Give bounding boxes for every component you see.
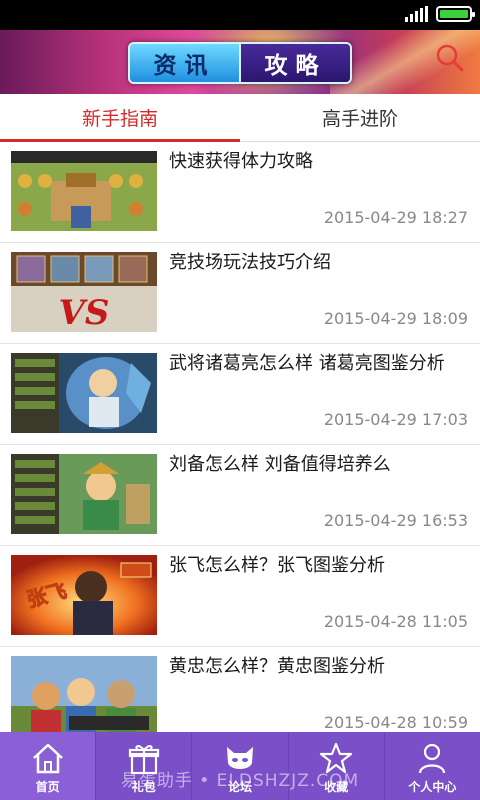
- search-icon[interactable]: [436, 44, 464, 72]
- article-title: 快速获得体力攻略: [169, 151, 313, 172]
- status-bar: [0, 0, 480, 30]
- article-thumbnail: VS: [11, 252, 157, 332]
- article-title: 竞技场玩法技巧介绍: [169, 252, 331, 273]
- list-item[interactable]: VS 竞技场玩法技巧介绍 2015-04-29 18:09: [0, 243, 480, 344]
- category-tabs: 新手指南 高手进阶: [0, 94, 480, 142]
- article-title: 张飞怎么样？张飞图鉴分析: [169, 555, 385, 576]
- tab-beginner-guide[interactable]: 新手指南: [0, 94, 240, 142]
- article-thumbnail: 张飞: [11, 555, 157, 635]
- header-banner: 资讯 攻略: [0, 30, 480, 94]
- article-title: 刘备怎么样 刘备值得培养么: [169, 454, 391, 475]
- section-switcher: 资讯 攻略: [128, 42, 352, 84]
- article-date: 2015-04-29 18:09: [323, 309, 468, 328]
- article-title: 武将诸葛亮怎么样 诸葛亮图鉴分析: [169, 353, 445, 374]
- list-item[interactable]: 张飞 张飞怎么样？张飞图鉴分析 2015-04-28 11:05: [0, 546, 480, 647]
- signal-icon: [405, 6, 428, 22]
- article-date: 2015-04-28 11:05: [323, 612, 468, 631]
- article-list: 快速获得体力攻略 2015-04-29 18:27 VS 竞技场玩法技巧介绍 2…: [0, 142, 480, 732]
- article-date: 2015-04-29 17:03: [323, 410, 468, 429]
- article-date: 2015-04-28 10:59: [323, 713, 468, 732]
- article-thumbnail: [11, 454, 157, 534]
- info-tab-button[interactable]: 资讯: [130, 44, 239, 82]
- article-thumbnail: [11, 353, 157, 433]
- article-date: 2015-04-29 18:27: [323, 208, 468, 227]
- status-icons: [405, 6, 475, 22]
- watermark: 易蛋助手 • ELDSHZJZ.COM: [120, 771, 360, 791]
- guide-tab-button[interactable]: 攻略: [239, 44, 350, 82]
- list-item[interactable]: 武将诸葛亮怎么样 诸葛亮图鉴分析 2015-04-29 17:03: [0, 344, 480, 445]
- svg-text:VS: VS: [59, 293, 110, 332]
- tab-advanced[interactable]: 高手进阶: [240, 94, 480, 141]
- article-title: 黄忠怎么样？黄忠图鉴分析: [169, 656, 385, 677]
- article-thumbnail: [11, 656, 157, 732]
- article-date: 2015-04-29 16:53: [323, 511, 468, 530]
- battery-icon: [436, 6, 475, 22]
- list-item[interactable]: 黄忠怎么样？黄忠图鉴分析 2015-04-28 10:59: [0, 647, 480, 732]
- list-item[interactable]: 快速获得体力攻略 2015-04-29 18:27: [0, 142, 480, 243]
- list-item[interactable]: 刘备怎么样 刘备值得培养么 2015-04-29 16:53: [0, 445, 480, 546]
- article-thumbnail: [11, 151, 157, 231]
